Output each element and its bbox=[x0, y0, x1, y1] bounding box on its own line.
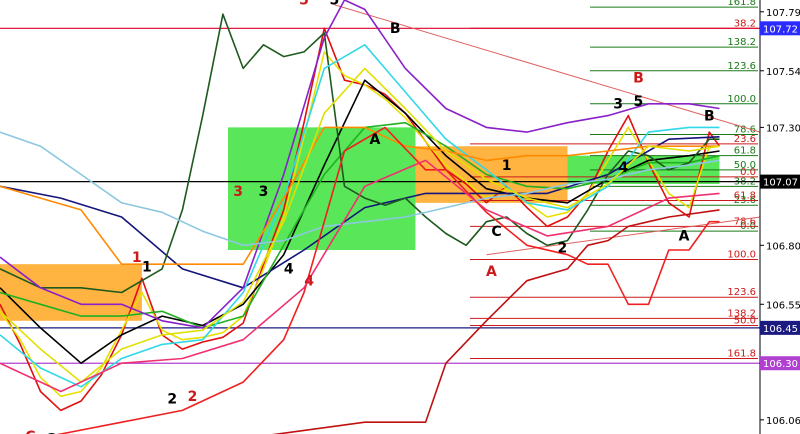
fib-level-label: 123.6 bbox=[727, 287, 756, 298]
wave-label: B bbox=[390, 21, 401, 37]
price-chart: 161.8138.2123.6100.078.661.850.038.223.6… bbox=[0, 0, 800, 434]
wave-label: 4 bbox=[304, 273, 314, 289]
wave-label: 4 bbox=[618, 160, 628, 176]
wave-label: A bbox=[679, 229, 690, 245]
wave-label: B bbox=[633, 71, 644, 87]
fib-level-label: 100.0 bbox=[727, 94, 756, 105]
fib-level-label: 61.8 bbox=[734, 190, 756, 201]
wave-label: 2 bbox=[167, 391, 177, 407]
wave-label: 2 bbox=[188, 389, 198, 405]
wave-label: 4 bbox=[284, 262, 294, 278]
fib-level-label: 38.2 bbox=[734, 18, 756, 29]
fib-level-label: 23.6 bbox=[734, 134, 756, 145]
wave-label: C bbox=[491, 224, 501, 240]
wave-label: 3 bbox=[233, 184, 243, 200]
wave-label: 5 bbox=[330, 0, 340, 9]
fib-level-label: 61.8 bbox=[734, 146, 756, 157]
wave-label: 3 bbox=[613, 97, 623, 113]
price-label-text: 106.45 bbox=[763, 324, 798, 335]
wave-label: 1 bbox=[142, 259, 152, 275]
wave-label: 2 bbox=[558, 240, 568, 256]
wave-label: A bbox=[486, 264, 497, 280]
wave-label: 5 bbox=[299, 0, 309, 9]
axis-tick-label: 107.79 bbox=[766, 8, 800, 19]
fib-level-label: 123.6 bbox=[727, 61, 756, 72]
fib-level-label: 100.0 bbox=[727, 249, 756, 260]
price-axis: 107.79 107.54 107.30 106.80 106.55 106.06 107.… bbox=[760, 8, 800, 427]
price-label-text: 106.30 bbox=[763, 359, 798, 370]
axis-tick-label: 106.80 bbox=[766, 241, 800, 252]
axis-tick-label: 107.54 bbox=[766, 67, 800, 78]
fib-level-label: 50.0 bbox=[734, 316, 756, 327]
wave-label: 1 bbox=[502, 158, 512, 174]
wave-label: 3 bbox=[259, 184, 269, 200]
price-label-text: 107.72 bbox=[763, 24, 798, 35]
axis-tick-label: 106.55 bbox=[766, 300, 800, 311]
wave-label: B bbox=[704, 108, 715, 124]
wave-label: 1 bbox=[132, 250, 142, 266]
fib-level-label: 161.8 bbox=[727, 349, 756, 360]
fib-level-label: 161.8 bbox=[727, 0, 756, 8]
wave-label: A bbox=[370, 132, 381, 148]
fib-level-label: 138.2 bbox=[727, 37, 756, 48]
wave-label: C bbox=[25, 429, 35, 434]
wave-label: 5 bbox=[634, 94, 644, 110]
price-label-text: 107.07 bbox=[763, 178, 798, 189]
axis-tick-label: 106.06 bbox=[766, 416, 800, 427]
fib-level-label: 0.0 bbox=[740, 167, 756, 178]
axis-tick-label: 107.30 bbox=[766, 123, 800, 134]
